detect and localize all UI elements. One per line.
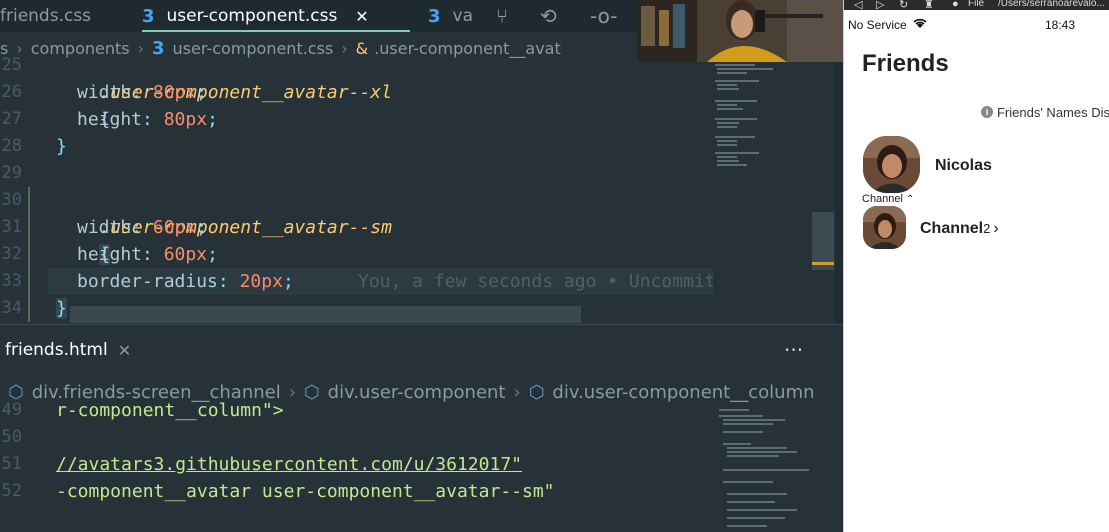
- element-cube-icon: ⬡: [528, 381, 545, 403]
- close-brace: }: [56, 298, 67, 319]
- channel-name: Channel: [920, 220, 984, 237]
- code-line[interactable]: r-component__column">: [56, 397, 284, 424]
- close-tab-icon[interactable]: ✕: [355, 7, 368, 26]
- line-number: 31: [1, 217, 22, 237]
- horizontal-scrollbar[interactable]: [70, 306, 581, 323]
- tab-label: friends.html: [5, 340, 108, 360]
- code-line[interactable]: }: [56, 295, 67, 322]
- tab-va[interactable]: 3 va: [428, 0, 473, 32]
- line-number: 27: [1, 109, 22, 129]
- git-gutter-added-indicator: [28, 187, 30, 322]
- reload-icon[interactable]: ↻: [899, 0, 908, 11]
- page-title: Friends: [862, 50, 949, 77]
- line-number: 25: [1, 55, 22, 75]
- tab-label: user-component.css: [166, 6, 338, 26]
- source-control-icon[interactable]: ⑂: [496, 0, 508, 32]
- line-number: 50: [1, 427, 22, 447]
- forward-icon[interactable]: ▷: [876, 0, 884, 11]
- avatar[interactable]: [863, 136, 920, 193]
- line-number: 52: [1, 481, 22, 501]
- url-path[interactable]: /Users/serranoarevalo...: [998, 0, 1105, 9]
- breadcrumb-item[interactable]: div.user-component__column: [552, 382, 814, 403]
- bottom-editor-tab-bar: friends.html ✕ ···: [0, 330, 843, 370]
- phone-simulator: ◁ ▷ ↻ ♜ ● File /Users/serranoarevalo... …: [843, 0, 1109, 532]
- code-line[interactable]: width: 60px;: [77, 214, 207, 241]
- overview-ruler: [835, 62, 843, 324]
- breadcrumb-item[interactable]: .user-component__avat: [374, 39, 561, 58]
- code-line[interactable]: height: 80px;: [77, 106, 218, 133]
- js-file-icon: 3: [428, 5, 441, 27]
- line-number: 28: [1, 136, 22, 156]
- minimap[interactable]: [713, 405, 813, 532]
- css-value: 80px: [152, 82, 197, 103]
- line-number: 26: [1, 82, 22, 102]
- close-brace: }: [56, 136, 67, 157]
- user-name: Nicolas: [935, 157, 992, 174]
- channel-avatar[interactable]: [863, 206, 906, 249]
- webcam-overlay: [637, 0, 843, 62]
- code-line[interactable]: -component__avatar user-component__avata…: [56, 478, 555, 505]
- line-number: 49: [1, 400, 22, 420]
- line-number: 32: [1, 244, 22, 264]
- tab-user-component-css[interactable]: 3 user-component.css ✕: [142, 0, 410, 32]
- element-cube-icon: ⬡: [303, 381, 320, 403]
- css-value: 60px: [152, 217, 197, 238]
- banner-text: Friends' Names Dis: [996, 104, 1109, 120]
- css-value: 60px: [163, 244, 208, 265]
- css-property: width: [77, 217, 132, 238]
- chevron-right-icon: ›: [288, 381, 296, 403]
- simulator-toolbar: ◁ ▷ ↻ ♜ ● File /Users/serranoarevalo...: [844, 0, 1109, 11]
- line-number: 30: [1, 190, 22, 210]
- tab-friends-html[interactable]: friends.html ✕: [0, 334, 150, 366]
- carrier-label: No Service: [848, 18, 907, 32]
- css-file-icon: 3: [142, 5, 155, 27]
- css-property: height: [77, 109, 143, 130]
- compare-changes-icon[interactable]: ⟲: [540, 0, 557, 32]
- git-blame-annotation: You, a few seconds ago • Uncommit: [358, 271, 713, 292]
- wifi-icon: [912, 17, 928, 32]
- git-commit-icon[interactable]: -o-: [590, 0, 617, 32]
- scrollbar-marker: [812, 262, 834, 265]
- bookmark-icon[interactable]: ♜: [924, 0, 934, 11]
- code-line[interactable]: width: 80px;: [77, 79, 207, 106]
- info-icon: ●: [952, 0, 959, 10]
- code-line-url[interactable]: //avatars3.githubusercontent.com/u/36120…: [56, 451, 522, 478]
- css-property: height: [77, 244, 143, 265]
- panel-divider[interactable]: [0, 324, 843, 325]
- file-label: File: [968, 0, 985, 9]
- minimap[interactable]: [713, 62, 813, 172]
- back-icon[interactable]: ◁: [854, 0, 862, 11]
- webcam-image: [637, 0, 843, 62]
- css-property: border-radius: [77, 271, 218, 292]
- line-number: 33: [1, 271, 22, 291]
- line-number: 51: [1, 454, 22, 474]
- channel-toggle-label: Channel: [862, 193, 903, 205]
- status-time: 18:43: [1045, 18, 1076, 32]
- css-value: 20px: [239, 271, 283, 292]
- line-number: 34: [1, 298, 22, 318]
- tab-label: va: [452, 6, 474, 26]
- channel-count: 2: [983, 221, 991, 236]
- more-actions-icon[interactable]: ···: [784, 334, 803, 366]
- line-number: 29: [1, 163, 22, 183]
- chevron-right-icon: ›: [513, 381, 521, 403]
- chevron-right-icon: ›: [993, 220, 999, 237]
- close-tab-icon[interactable]: ✕: [118, 341, 131, 360]
- channel-toggle[interactable]: Channel ⌃: [862, 193, 914, 205]
- info-icon: i: [980, 106, 993, 118]
- css-property: width: [77, 82, 132, 103]
- breadcrumb-item[interactable]: div.user-component: [328, 382, 506, 403]
- code-line[interactable]: height: 60px;: [77, 241, 218, 268]
- code-line[interactable]: }: [56, 133, 67, 160]
- tab-friends-css[interactable]: friends.css: [0, 0, 91, 32]
- css-value: 80px: [163, 109, 208, 130]
- active-tab-indicator: [142, 30, 410, 32]
- info-banner[interactable]: i Friends' Names Dis: [844, 99, 1109, 125]
- tab-label: friends.css: [0, 6, 92, 26]
- chevron-up-icon: ⌃: [905, 193, 915, 205]
- code-editor: friends.css 3 user-component.css ✕ 3 va …: [0, 0, 843, 532]
- channel-row[interactable]: Channel 2 ›: [920, 220, 999, 238]
- code-line[interactable]: border-radius: 20px;: [77, 268, 294, 295]
